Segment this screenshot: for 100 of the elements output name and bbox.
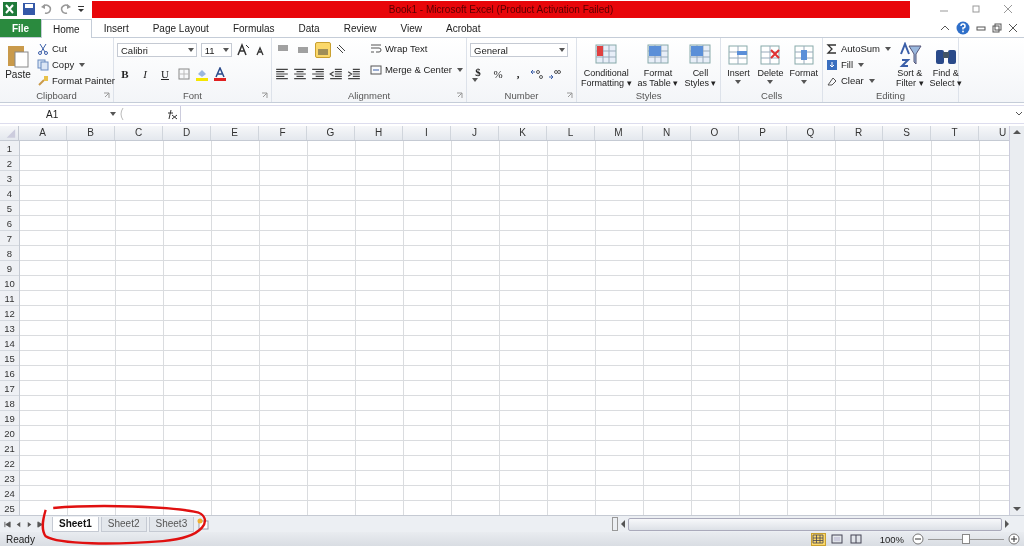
view-button[interactable]: [829, 532, 845, 546]
previous-sheet-icon[interactable]: [15, 520, 22, 528]
name-box[interactable]: A1: [0, 106, 118, 123]
decrease-indent-icon[interactable]: [329, 67, 343, 82]
row-header[interactable]: 7: [0, 230, 19, 246]
ribbon-tab[interactable]: Page Layout: [140, 19, 221, 38]
sheet-tab[interactable]: Sheet1: [52, 516, 99, 532]
column-header[interactable]: M: [595, 125, 643, 140]
copy-button[interactable]: Copy: [37, 57, 115, 73]
styles-button[interactable]: Format as Table ▾: [636, 41, 680, 90]
sheet-tab[interactable]: Sheet3: [148, 516, 195, 532]
column-header[interactable]: R: [835, 125, 883, 140]
file-tab[interactable]: File: [0, 19, 41, 38]
column-header[interactable]: L: [547, 125, 595, 140]
scroll-right-icon[interactable]: [1004, 520, 1010, 529]
customize-caret-icon[interactable]: [76, 4, 86, 15]
row-header[interactable]: 18: [0, 395, 19, 411]
column-header[interactable]: F: [259, 125, 307, 140]
italic-button[interactable]: I: [137, 66, 153, 83]
scroll-up-icon[interactable]: [1013, 128, 1021, 135]
sort-filter-button[interactable]: Sort & Filter ▾: [895, 41, 925, 90]
increase-decimal-icon[interactable]: [530, 67, 544, 82]
percent-button[interactable]: %: [490, 66, 506, 83]
save-icon[interactable]: [22, 2, 36, 17]
align-right-icon[interactable]: [311, 67, 325, 82]
close-icon[interactable]: [1008, 23, 1018, 34]
view-button[interactable]: [810, 532, 826, 546]
autosum-button[interactable]: AutoSum: [825, 41, 891, 57]
column-header[interactable]: J: [451, 125, 499, 140]
column-header[interactable]: K: [499, 125, 547, 140]
row-header[interactable]: 3: [0, 170, 19, 186]
split-handle[interactable]: [612, 517, 619, 532]
wrap-text-button[interactable]: Wrap Text: [369, 41, 463, 57]
currency-button[interactable]: $: [470, 66, 486, 83]
dialog-launcher-icon[interactable]: [261, 92, 268, 100]
column-header[interactable]: S: [883, 125, 931, 140]
zoom-out-icon[interactable]: [912, 533, 924, 546]
column-header[interactable]: U: [979, 125, 1009, 140]
font-size-field[interactable]: 11: [200, 43, 232, 58]
align-left-icon[interactable]: [275, 67, 289, 82]
dialog-launcher-icon[interactable]: [103, 92, 110, 100]
ribbon-tab[interactable]: Formulas: [220, 19, 287, 38]
grow-font-icon[interactable]: [236, 43, 250, 58]
view-button[interactable]: [848, 532, 864, 546]
row-header[interactable]: 22: [0, 455, 19, 471]
fill-button[interactable]: Fill: [825, 57, 891, 73]
cut-button[interactable]: Cut: [37, 41, 115, 57]
increase-indent-icon[interactable]: [347, 67, 361, 82]
column-header[interactable]: I: [403, 125, 451, 140]
row-header[interactable]: 15: [0, 350, 19, 366]
row-header[interactable]: 6: [0, 215, 19, 231]
dialog-launcher-icon[interactable]: [456, 92, 463, 100]
column-header[interactable]: B: [67, 125, 115, 140]
ribbon-tab[interactable]: Review: [331, 19, 389, 38]
zoom-in-icon[interactable]: [1008, 533, 1020, 546]
row-header[interactable]: 1: [0, 140, 19, 156]
ribbon-tab[interactable]: View: [388, 19, 434, 38]
next-sheet-icon[interactable]: [26, 520, 33, 528]
row-header[interactable]: 20: [0, 425, 19, 441]
column-header[interactable]: P: [739, 125, 787, 140]
row-header[interactable]: 24: [0, 485, 19, 501]
font-color-icon[interactable]: [213, 67, 227, 82]
find-select-button[interactable]: Find & Select ▾: [928, 41, 963, 90]
column-header[interactable]: D: [163, 125, 211, 140]
bold-button[interactable]: B: [117, 66, 133, 83]
row-header[interactable]: 4: [0, 185, 19, 201]
fx-icon[interactable]: [118, 107, 180, 122]
scroll-down-icon[interactable]: [1013, 505, 1021, 512]
ribbon-tab[interactable]: Acrobat: [434, 19, 493, 38]
cells-button[interactable]: Delete: [756, 41, 785, 90]
row-header[interactable]: 16: [0, 365, 19, 381]
help-icon[interactable]: [956, 21, 970, 36]
cell-grid[interactable]: [20, 140, 1009, 515]
row-header[interactable]: 14: [0, 335, 19, 351]
row-header[interactable]: 12: [0, 305, 19, 321]
comma-button[interactable]: ,: [510, 66, 526, 83]
dialog-launcher-icon[interactable]: [566, 92, 573, 100]
column-header[interactable]: G: [307, 125, 355, 140]
paste-button[interactable]: Paste: [3, 41, 33, 90]
row-header[interactable]: 11: [0, 290, 19, 306]
row-header[interactable]: 13: [0, 320, 19, 336]
row-header[interactable]: 8: [0, 245, 19, 261]
insert-sheet-icon[interactable]: [196, 517, 211, 532]
column-header[interactable]: N: [643, 125, 691, 140]
decrease-decimal-icon[interactable]: [548, 67, 562, 82]
cells-button[interactable]: Format: [788, 41, 819, 90]
row-header[interactable]: 19: [0, 410, 19, 426]
ribbon-tab[interactable]: Insert: [91, 19, 141, 38]
restore-icon[interactable]: [992, 23, 1002, 34]
cells-button[interactable]: Insert: [724, 41, 753, 90]
ribbon-tab[interactable]: Home: [41, 19, 92, 39]
clear-button[interactable]: Clear: [825, 73, 891, 89]
merge-center-button[interactable]: Merge & Center: [369, 62, 463, 78]
align-center-icon[interactable]: [293, 67, 307, 82]
row-header[interactable]: 21: [0, 440, 19, 456]
row-header[interactable]: 2: [0, 155, 19, 171]
column-header[interactable]: Q: [787, 125, 835, 140]
font-name-field[interactable]: Calibri: [117, 43, 197, 58]
undo-icon[interactable]: [40, 2, 54, 17]
styles-button[interactable]: Conditional Formatting ▾: [580, 41, 633, 90]
